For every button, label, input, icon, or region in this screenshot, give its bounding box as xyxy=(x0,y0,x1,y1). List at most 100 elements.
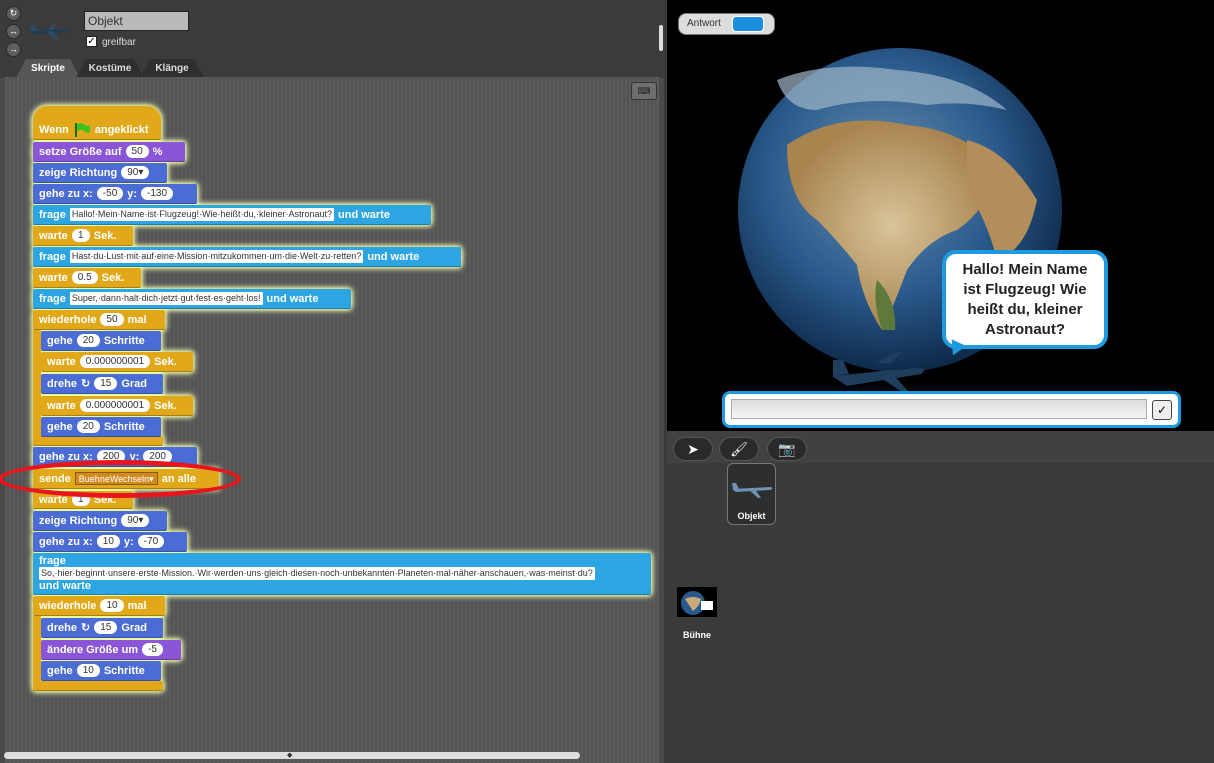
tab-costumes[interactable]: Kostüme xyxy=(76,59,144,78)
seconds-input[interactable]: 1 xyxy=(71,229,90,242)
keyboard-icon[interactable]: ⌨ xyxy=(631,82,657,100)
camera-icon[interactable]: 📷 xyxy=(767,437,807,461)
earth-backdrop xyxy=(738,48,1062,392)
block-label: frage xyxy=(39,555,66,567)
stage[interactable] xyxy=(667,0,1214,431)
block-label: warte xyxy=(39,229,68,242)
block-label: gehe xyxy=(47,420,73,433)
y-input[interactable]: -70 xyxy=(137,535,165,548)
repeat-block[interactable]: wiederhole 10 mal xyxy=(33,596,165,616)
repeat-count-input[interactable]: 10 xyxy=(100,599,124,612)
sprite-card-label: Objekt xyxy=(737,511,766,521)
block-label: frage xyxy=(39,250,66,263)
stage-thumbnail[interactable] xyxy=(677,587,717,617)
draggable-label: greifbar xyxy=(102,37,136,48)
steps-input[interactable]: 20 xyxy=(76,420,100,433)
airplane-icon xyxy=(732,483,773,498)
repeat-c-arm xyxy=(33,616,41,684)
point-direction-block[interactable]: zeige Richtung 90▾ xyxy=(33,511,167,531)
hat-label-pre: Wenn xyxy=(39,123,69,136)
block-label: zeige Richtung xyxy=(39,514,118,527)
repeat-c-arm xyxy=(33,330,41,438)
draggable-checkbox[interactable]: ✓ xyxy=(86,36,97,47)
block-unit: Sek. xyxy=(154,355,177,368)
repeat-count-input[interactable]: 50 xyxy=(100,313,124,326)
block-label: warte xyxy=(47,355,76,368)
wait-block[interactable]: warte 0.000000001 Sek. xyxy=(41,352,193,372)
speech-bubble: Hallo! Mein Name ist Flugzeug! Wie heißt… xyxy=(942,250,1108,349)
move-steps-block[interactable]: gehe 20 Schritte xyxy=(41,331,161,351)
hat-label-post: angeklickt xyxy=(94,123,149,136)
vertical-scrollbar[interactable] xyxy=(659,25,663,51)
repeat-c-bottom xyxy=(33,436,163,446)
y-input[interactable]: -130 xyxy=(141,187,174,200)
ask-and-wait-block[interactable]: frage Super,·dann·halt·dich·jetzt·gut·fe… xyxy=(33,289,351,309)
sprite-name-field[interactable] xyxy=(84,11,189,31)
wait-block[interactable]: warte 0.000000001 Sek. xyxy=(41,396,193,416)
repeat-block[interactable]: wiederhole 50 mal xyxy=(33,310,165,330)
when-flag-clicked-block[interactable]: Wenn angeklickt xyxy=(33,106,161,140)
block-label: warte xyxy=(39,271,68,284)
ask-and-wait-block[interactable]: frage Hast·du·Lust·mit·auf·eine·Mission·… xyxy=(33,247,461,267)
stage-thumbnail-label: Bühne xyxy=(683,630,711,640)
no-rotate-icon[interactable]: → xyxy=(6,42,21,57)
block-label: warte xyxy=(47,399,76,412)
ask-text-input[interactable]: Super,·dann·halt·dich·jetzt·gut·fest·es·… xyxy=(69,292,263,305)
direction-dropdown[interactable]: 90▾ xyxy=(121,514,150,527)
size-change-input[interactable]: -5 xyxy=(142,643,163,656)
y-label: y: xyxy=(123,535,134,548)
turn-block[interactable]: drehe ↻ 15 Grad xyxy=(41,618,163,638)
seconds-input[interactable]: 0.5 xyxy=(71,271,98,284)
block-unit: Sek. xyxy=(93,229,117,242)
turn-block[interactable]: drehe ↻ 15 Grad xyxy=(41,374,163,394)
rotate-all-icon[interactable]: ↻ xyxy=(6,6,21,21)
ask-text-input[interactable]: So,·hier·beginnt·unsere·erste·Mission.·W… xyxy=(39,567,595,580)
red-highlight-circle xyxy=(0,460,241,498)
x-input[interactable]: -50 xyxy=(96,187,124,200)
ask-text-input[interactable]: Hast·du·Lust·mit·auf·eine·Mission·mitzuk… xyxy=(69,250,364,263)
select-tool-icon[interactable]: ➤ xyxy=(673,437,713,461)
green-flag-icon xyxy=(74,122,90,137)
set-size-block[interactable]: setze Größe auf 50 % xyxy=(33,142,185,162)
block-unit: Schritte xyxy=(103,334,145,347)
move-steps-block[interactable]: gehe 10 Schritte xyxy=(41,661,161,681)
paint-brush-icon[interactable]: 🖌 xyxy=(719,437,759,461)
degrees-input[interactable]: 15 xyxy=(94,621,118,634)
point-direction-block[interactable]: zeige Richtung 90▾ xyxy=(33,163,167,183)
steps-input[interactable]: 20 xyxy=(76,334,100,347)
block-label: gehe zu x: xyxy=(39,187,93,200)
block-unit: Schritte xyxy=(103,664,145,677)
goto-xy-block[interactable]: gehe zu x: 10 y: -70 xyxy=(33,532,187,552)
block-unit: % xyxy=(152,145,163,158)
block-label-post: und warte xyxy=(367,250,420,263)
answer-monitor-label: Antwort xyxy=(687,18,721,29)
block-unit: Sek. xyxy=(101,271,125,284)
ask-text-input[interactable]: Hallo!·Mein·Name·ist·Flugzeug!·Wie·heißt… xyxy=(69,208,334,221)
size-input[interactable]: 50 xyxy=(125,145,149,158)
ask-submit-check-icon[interactable]: ✓ xyxy=(1152,400,1172,420)
degrees-input[interactable]: 15 xyxy=(94,377,118,390)
tab-scripts[interactable]: Skripte xyxy=(16,59,80,78)
ask-and-wait-block[interactable]: frage So,·hier·beginnt·unsere·erste·Miss… xyxy=(33,553,651,595)
direction-dropdown[interactable]: 90▾ xyxy=(121,166,150,179)
block-label: drehe xyxy=(47,621,77,634)
x-input[interactable]: 10 xyxy=(96,535,120,548)
ask-answer-input[interactable] xyxy=(731,399,1147,419)
steps-input[interactable]: 10 xyxy=(76,664,100,677)
seconds-input[interactable]: 0.000000001 xyxy=(79,355,151,368)
block-label: frage xyxy=(39,292,66,305)
block-unit: mal xyxy=(127,313,147,326)
ask-and-wait-block[interactable]: frage Hallo!·Mein·Name·ist·Flugzeug!·Wie… xyxy=(33,205,431,225)
change-size-block[interactable]: ändere Größe um -5 xyxy=(41,640,181,660)
tab-sounds[interactable]: Klänge xyxy=(140,59,204,78)
wait-block[interactable]: warte 1 Sek. xyxy=(33,226,133,246)
block-label-post: und warte xyxy=(338,208,390,221)
y-label: y: xyxy=(127,187,138,200)
seconds-input[interactable]: 0.000000001 xyxy=(79,399,151,412)
left-right-icon[interactable]: ↔ xyxy=(6,24,21,39)
move-steps-block[interactable]: gehe 20 Schritte xyxy=(41,417,161,437)
goto-xy-block[interactable]: gehe zu x: -50 y: -130 xyxy=(33,184,197,204)
scroll-grip-icon[interactable]: ◆ xyxy=(287,752,293,759)
wait-block[interactable]: warte 0.5 Sek. xyxy=(33,268,141,288)
rotate-right-icon: ↻ xyxy=(80,622,91,634)
